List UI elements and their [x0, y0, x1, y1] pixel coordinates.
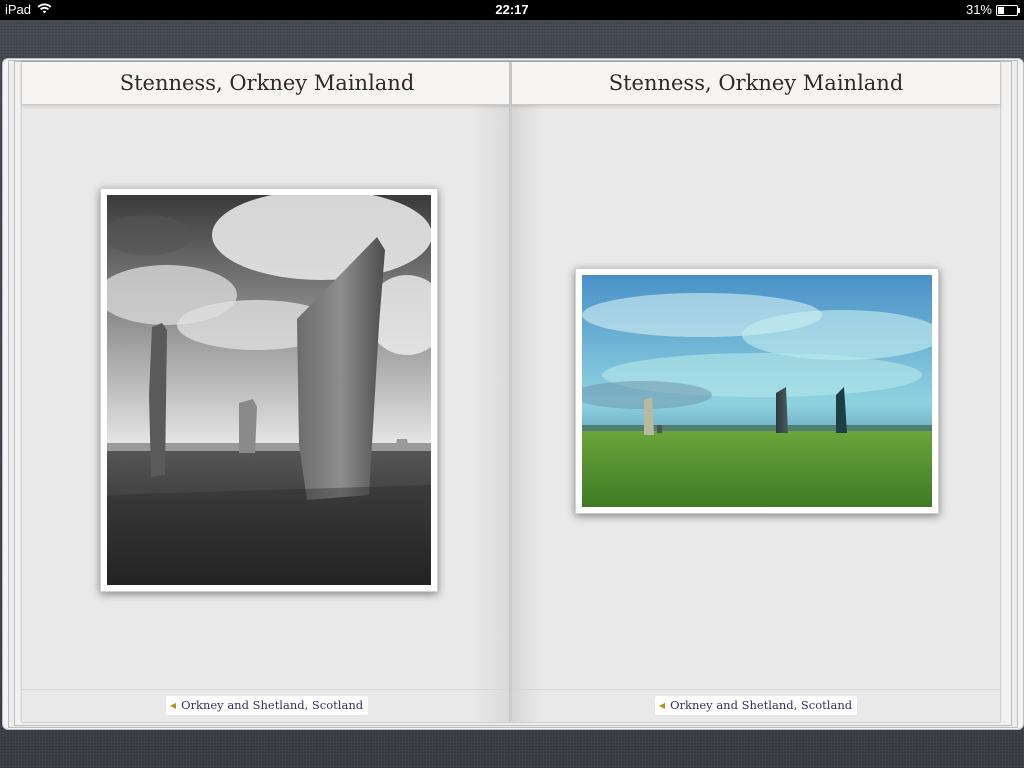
status-bar: iPad 22:17 31% [0, 0, 1024, 20]
battery-icon [996, 4, 1020, 16]
back-arrow-icon: ◀ [169, 701, 177, 710]
clock: 22:17 [495, 2, 529, 17]
book: Stenness, Orkney Mainland ◀ Orkney and S… [22, 62, 1000, 722]
right-page[interactable]: Stenness, Orkney Mainland ◀ Orkney and S… [512, 62, 1000, 722]
page-title: Stenness, Orkney Mainland [512, 62, 1000, 105]
photo-black-and-white[interactable] [100, 188, 438, 592]
battery-level [998, 6, 1004, 14]
back-arrow-icon: ◀ [658, 701, 666, 710]
photo-color[interactable] [575, 268, 939, 514]
left-page[interactable]: Stenness, Orkney Mainland ◀ Orkney and S… [22, 62, 512, 722]
chapter-link[interactable]: ◀ Orkney and Shetland, Scotland [165, 696, 369, 715]
chapter-link-label: Orkney and Shetland, Scotland [670, 698, 853, 712]
battery-percent: 31% [965, 2, 992, 17]
chapter-link[interactable]: ◀ Orkney and Shetland, Scotland [654, 696, 858, 715]
page-footer: ◀ Orkney and Shetland, Scotland [512, 689, 1000, 722]
page-footer: ◀ Orkney and Shetland, Scotland [22, 689, 512, 722]
chapter-link-label: Orkney and Shetland, Scotland [181, 698, 364, 712]
page-title: Stenness, Orkney Mainland [22, 62, 512, 105]
